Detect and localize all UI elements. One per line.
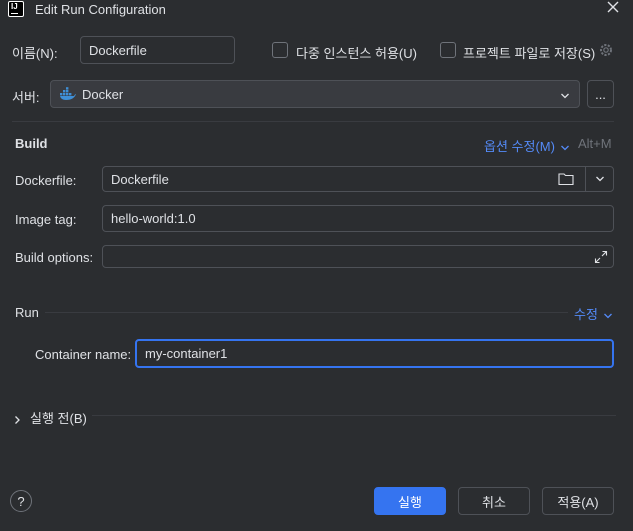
folder-icon[interactable] [558, 172, 574, 186]
chevron-down-icon [560, 141, 570, 151]
allow-parallel-checkbox[interactable] [272, 42, 288, 58]
image-tag-value: hello-world:1.0 [111, 211, 196, 226]
title-bar: IJ Edit Run Configuration [0, 0, 633, 20]
expand-icon[interactable] [594, 250, 608, 264]
run-modify-label: 수정 [574, 307, 598, 322]
chevron-down-icon [560, 89, 570, 99]
run-button[interactable]: 실행 [374, 487, 446, 515]
image-tag-input[interactable]: hello-world:1.0 [102, 205, 614, 232]
help-icon[interactable]: ? [10, 490, 32, 512]
close-icon[interactable] [604, 0, 622, 18]
container-name-value: my-container1 [145, 346, 228, 361]
name-input[interactable]: Dockerfile [80, 36, 235, 64]
modify-options-link[interactable]: 옵션 수정(M) [484, 136, 570, 155]
image-tag-label: Image tag: [15, 212, 77, 227]
divider [92, 415, 616, 416]
modify-options-label: 옵션 수정(M) [484, 139, 555, 154]
server-more-button[interactable]: ... [587, 80, 614, 108]
before-launch-label: 실행 전(B) [30, 411, 87, 426]
dockerfile-label: Dockerfile: [15, 173, 77, 188]
chevron-down-icon [603, 309, 613, 319]
run-modify-link[interactable]: 수정 [574, 304, 613, 323]
chevron-down-icon[interactable] [586, 167, 613, 191]
divider [12, 121, 614, 122]
modify-shortcut: Alt+M [578, 136, 612, 151]
dockerfile-value: Dockerfile [111, 171, 169, 187]
build-heading: Build [15, 136, 48, 151]
store-as-file-checkbox[interactable] [440, 42, 456, 58]
dockerfile-field[interactable]: Dockerfile [102, 166, 614, 192]
cancel-button[interactable]: 취소 [458, 487, 530, 515]
divider [45, 312, 568, 313]
window-title: Edit Run Configuration [35, 2, 166, 17]
docker-icon [60, 87, 76, 101]
chevron-right-icon [12, 413, 22, 424]
server-label: 서버: [12, 90, 40, 105]
container-name-input[interactable]: my-container1 [135, 339, 614, 368]
store-as-file-label: 프로젝트 파일로 저장(S) [463, 46, 596, 61]
help-label: ? [17, 493, 25, 509]
apply-button[interactable]: 적용(A) [542, 487, 614, 515]
build-options-input[interactable] [102, 245, 614, 268]
server-value: Docker [82, 86, 124, 102]
before-launch-toggle[interactable]: 실행 전(B) [12, 408, 87, 427]
build-options-label: Build options: [15, 250, 94, 265]
app-icon-text: IJ [11, 2, 18, 11]
run-heading: Run [15, 305, 39, 320]
name-input-value: Dockerfile [89, 42, 147, 58]
name-label: 이름(N): [12, 46, 58, 61]
gear-icon[interactable] [598, 42, 614, 58]
app-icon: IJ [8, 1, 24, 17]
container-name-label: Container name: [35, 347, 132, 362]
server-combo[interactable]: Docker [50, 80, 580, 108]
allow-parallel-label: 다중 인스턴스 허용(U) [296, 46, 417, 61]
